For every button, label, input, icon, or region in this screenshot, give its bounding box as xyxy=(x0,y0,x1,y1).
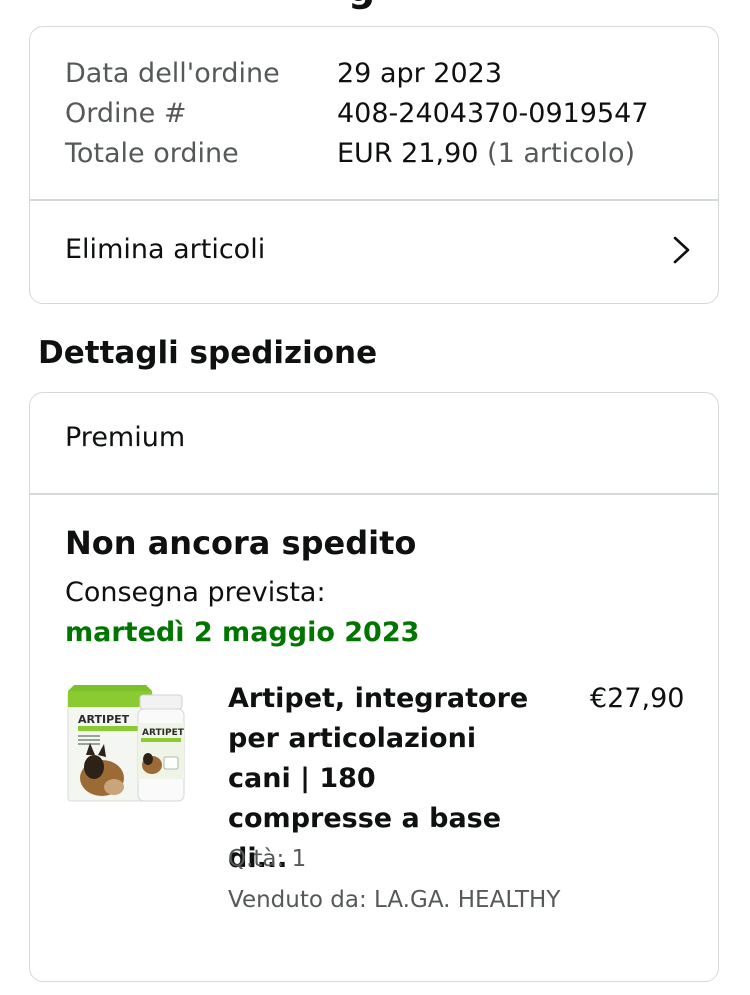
order-total-amount: EUR 21,90 xyxy=(337,138,479,169)
page-title-clipped: g xyxy=(0,0,750,10)
order-item-count: (1 articolo) xyxy=(478,138,635,169)
product-seller: Venduto da: LA.GA. HEALTHY xyxy=(228,887,561,913)
product-quantity: Q.tà: 1 xyxy=(228,846,307,872)
delete-items-label: Elimina articoli xyxy=(65,234,266,265)
order-number-value: 408-2404370-0919547 xyxy=(337,98,649,129)
order-number-label: Ordine # xyxy=(65,98,187,129)
order-total-value: EUR 21,90 (1 articolo) xyxy=(337,134,635,174)
expected-delivery-date: martedì 2 maggio 2023 xyxy=(65,617,420,648)
product-image-brand-back: ARTIPET xyxy=(78,713,130,726)
product-image-brand-bottle: ARTIPET xyxy=(142,728,185,738)
order-summary-card: Data dell'ordine 29 apr 2023 Ordine # 40… xyxy=(29,26,719,304)
shipping-service: Premium xyxy=(65,422,186,453)
delete-items-row[interactable]: Elimina articoli xyxy=(30,201,718,302)
divider xyxy=(30,493,718,495)
expected-delivery-label: Consegna prevista: xyxy=(65,577,326,608)
product-image[interactable]: ARTIPET ARTIPET xyxy=(64,683,194,813)
order-date-label: Data dell'ordine xyxy=(65,58,280,89)
shipment-card: Premium Non ancora spedito Consegna prev… xyxy=(29,392,719,982)
product-price: €27,90 xyxy=(590,683,685,714)
shipping-details-heading: Dettagli spedizione xyxy=(38,335,378,371)
order-total-label: Totale ordine xyxy=(65,138,239,169)
page-title-fragment: g xyxy=(348,0,375,10)
shipment-status: Non ancora spedito xyxy=(65,524,417,562)
chevron-right-icon xyxy=(673,236,690,264)
order-date-value: 29 apr 2023 xyxy=(337,58,503,89)
